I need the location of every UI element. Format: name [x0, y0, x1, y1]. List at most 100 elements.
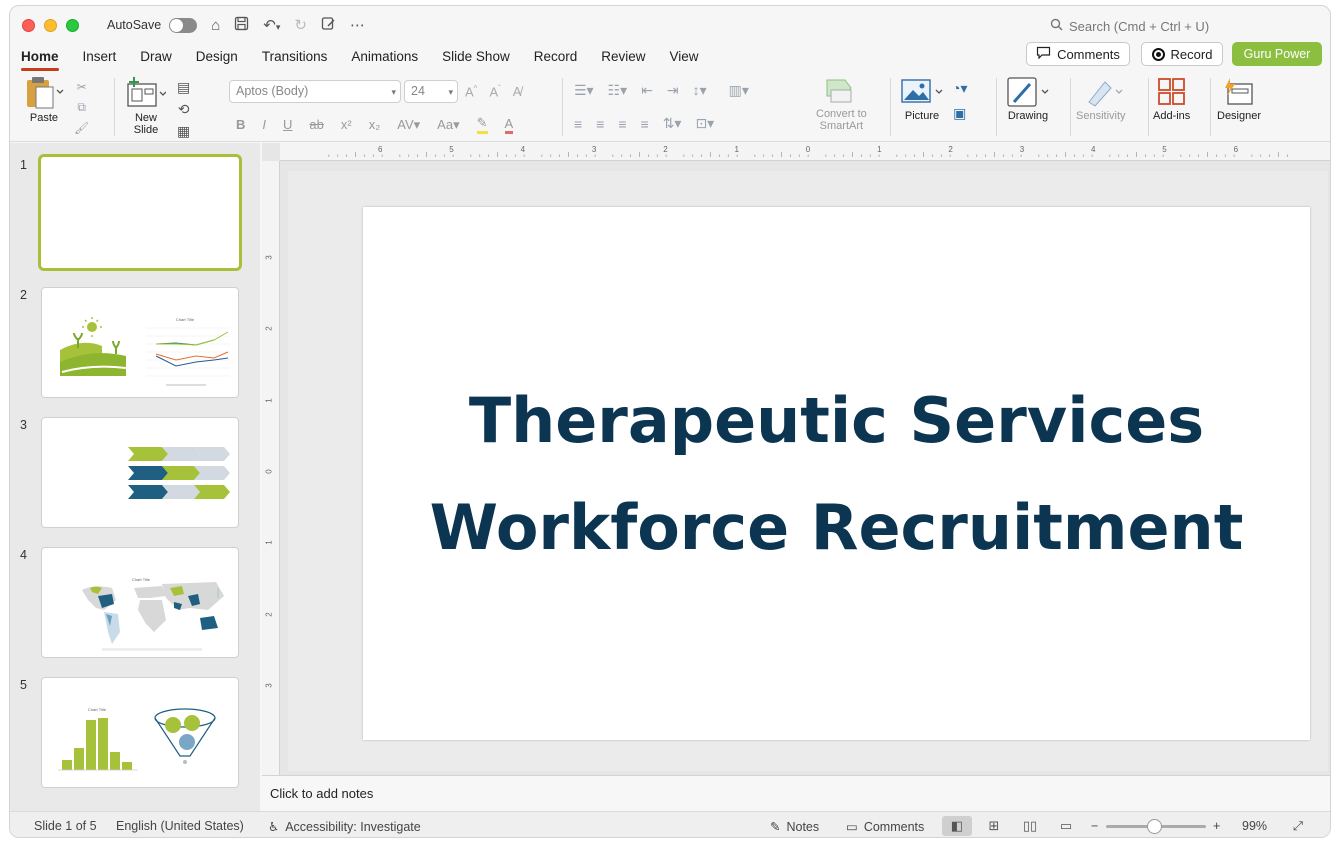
sensitivity-button[interactable]: Sensitivity [1076, 76, 1126, 122]
slide-sorter-button[interactable]: ⊞ [979, 816, 1009, 836]
clipboard-icon [27, 77, 64, 109]
zoom-slider-handle[interactable] [1147, 819, 1162, 834]
align-right-icon[interactable]: ≡ [618, 116, 626, 132]
drawing-label: Drawing [1007, 110, 1049, 122]
autosave-toggle[interactable] [169, 17, 198, 33]
slide-thumbnail-2[interactable]: Chart Title [41, 287, 239, 398]
ruler-label: 2 [948, 145, 953, 154]
fit-to-window-icon[interactable]: ⤢ [1293, 819, 1303, 834]
format-painter-icon[interactable]: 🖌 [74, 121, 89, 135]
tab-design[interactable]: Design [196, 47, 238, 66]
font-size-select[interactable]: 24 ▾ [404, 80, 458, 103]
slide-count: Slide 1 of 5 [34, 819, 97, 833]
shapes-icon[interactable]: ◔▾ [952, 80, 967, 97]
tab-review[interactable]: Review [601, 47, 645, 66]
tab-record[interactable]: Record [534, 47, 578, 66]
increase-indent-icon[interactable]: ⇥ [667, 82, 679, 99]
comments-toggle[interactable]: ▭ Comments [846, 819, 924, 835]
text-direction-icon[interactable]: ⇅▾ [663, 115, 682, 132]
zoom-in-button[interactable]: + [1213, 819, 1220, 833]
tab-draw[interactable]: Draw [140, 47, 172, 66]
accessibility-icon: ♿ [268, 820, 280, 834]
reading-view-button[interactable]: ▯▯ [1015, 816, 1045, 836]
tab-home[interactable]: Home [21, 47, 59, 71]
thumb-chart-title: Chart Title [132, 577, 151, 582]
cut-icon[interactable]: ✂ [77, 80, 87, 94]
increase-font-icon[interactable]: A^ [465, 84, 477, 99]
comments-button[interactable]: Comments [1026, 42, 1130, 66]
accessibility-status[interactable]: ♿ Accessibility: Investigate [268, 819, 421, 835]
add-ins-button[interactable]: Add-ins [1153, 76, 1190, 122]
subscript-icon[interactable]: x₂ [369, 117, 381, 132]
superscript-icon[interactable]: x² [341, 117, 352, 132]
convert-smartart-button[interactable]: Convert to SmartArt [816, 76, 867, 132]
slide-show-button[interactable]: ▭ [1051, 816, 1081, 836]
strikethrough-icon[interactable]: ab [309, 117, 323, 132]
bold-icon[interactable]: B [236, 117, 245, 132]
picture-label: Picture [904, 110, 940, 122]
record-button[interactable]: Record [1141, 42, 1223, 66]
sensitivity-icon [1088, 81, 1123, 107]
search-box[interactable]: Search (Cmd + Ctrl + U) [1050, 18, 1209, 34]
chevron-down-icon: ▾ [448, 87, 453, 97]
clear-format-icon[interactable]: A̸ [513, 84, 522, 99]
designer-button[interactable]: Designer [1217, 76, 1261, 122]
highlight-icon[interactable]: ✎ [476, 115, 488, 134]
numbering-icon[interactable]: ☷▾ [608, 82, 628, 99]
tab-animations[interactable]: Animations [351, 47, 418, 66]
notes-pane[interactable]: Click to add notes [262, 775, 1330, 811]
reset-slide-icon[interactable]: ⟲ [178, 101, 190, 118]
zoom-window-button[interactable] [66, 18, 79, 32]
comments-button-label: Comments [1057, 46, 1120, 62]
home-icon[interactable]: ⌂ [211, 17, 220, 34]
copy-icon[interactable]: ⧉ [77, 100, 86, 115]
align-center-icon[interactable]: ≡ [596, 116, 604, 132]
decrease-font-icon[interactable]: Aˇ [489, 84, 500, 99]
text-box-icon[interactable]: ▣ [953, 105, 966, 122]
current-slide[interactable]: Therapeutic Services Workforce Recruitme… [363, 207, 1310, 740]
columns-icon[interactable]: ▥▾ [729, 82, 749, 99]
font-name-select[interactable]: Aptos (Body) ▾ [229, 80, 401, 103]
more-icon[interactable]: ⋯ [350, 16, 365, 34]
slide-thumbnail-1[interactable] [38, 154, 242, 271]
close-window-button[interactable] [22, 18, 35, 32]
align-text-icon[interactable]: ⊡▾ [695, 115, 714, 132]
save-icon[interactable] [234, 16, 249, 35]
tab-slide-show[interactable]: Slide Show [442, 47, 510, 66]
language-status[interactable]: English (United States) [116, 819, 244, 833]
tab-transitions[interactable]: Transitions [262, 47, 328, 66]
minimize-window-button[interactable] [44, 18, 57, 32]
picture-button[interactable]: Picture [900, 76, 944, 122]
align-tools: ≡ ≡ ≡ ≡ ⇅▾ ⊡▾ [574, 115, 714, 132]
normal-view-button[interactable]: ◧ [942, 816, 972, 836]
notes-toggle[interactable]: ✎ Notes [770, 819, 819, 835]
tab-view[interactable]: View [670, 47, 699, 66]
change-case-icon[interactable]: Aa▾ [437, 117, 459, 133]
section-icon[interactable]: ▦ [177, 123, 190, 140]
align-left-icon[interactable]: ≡ [574, 116, 582, 132]
font-color-icon[interactable]: A [504, 116, 514, 134]
justify-icon[interactable]: ≡ [641, 116, 649, 132]
chevron-down-icon: ▾ [391, 87, 396, 97]
line-spacing-icon[interactable]: ↕▾ [693, 82, 707, 99]
tab-insert[interactable]: Insert [83, 47, 117, 66]
bullets-icon[interactable]: ☰▾ [574, 82, 594, 99]
decrease-indent-icon[interactable]: ⇤ [641, 82, 653, 99]
slide-title[interactable]: Therapeutic Services Workforce Recruitme… [427, 367, 1247, 581]
new-slide-button[interactable]: New Slide [126, 76, 166, 136]
drawing-button[interactable]: Drawing [1004, 76, 1052, 122]
zoom-level[interactable]: 99% [1242, 819, 1267, 833]
char-spacing-icon[interactable]: AV▾ [397, 117, 420, 133]
underline-icon[interactable]: U [283, 117, 292, 132]
edit-doc-icon[interactable] [321, 16, 336, 35]
slide-thumbnail-3[interactable] [41, 417, 239, 528]
guru-power-button[interactable]: Guru Power [1232, 42, 1322, 66]
paste-button[interactable]: Paste [24, 76, 64, 124]
slide-thumbnail-5[interactable]: Chart Title [41, 677, 239, 788]
layout-icon[interactable]: ▤ [177, 79, 190, 96]
italic-icon[interactable]: I [262, 117, 266, 132]
redo-icon[interactable]: ↻ [294, 16, 307, 34]
slide-thumbnail-4[interactable]: Chart Title [41, 547, 239, 658]
undo-icon[interactable]: ↶▾ [263, 16, 280, 34]
zoom-out-button[interactable]: − [1091, 819, 1098, 833]
